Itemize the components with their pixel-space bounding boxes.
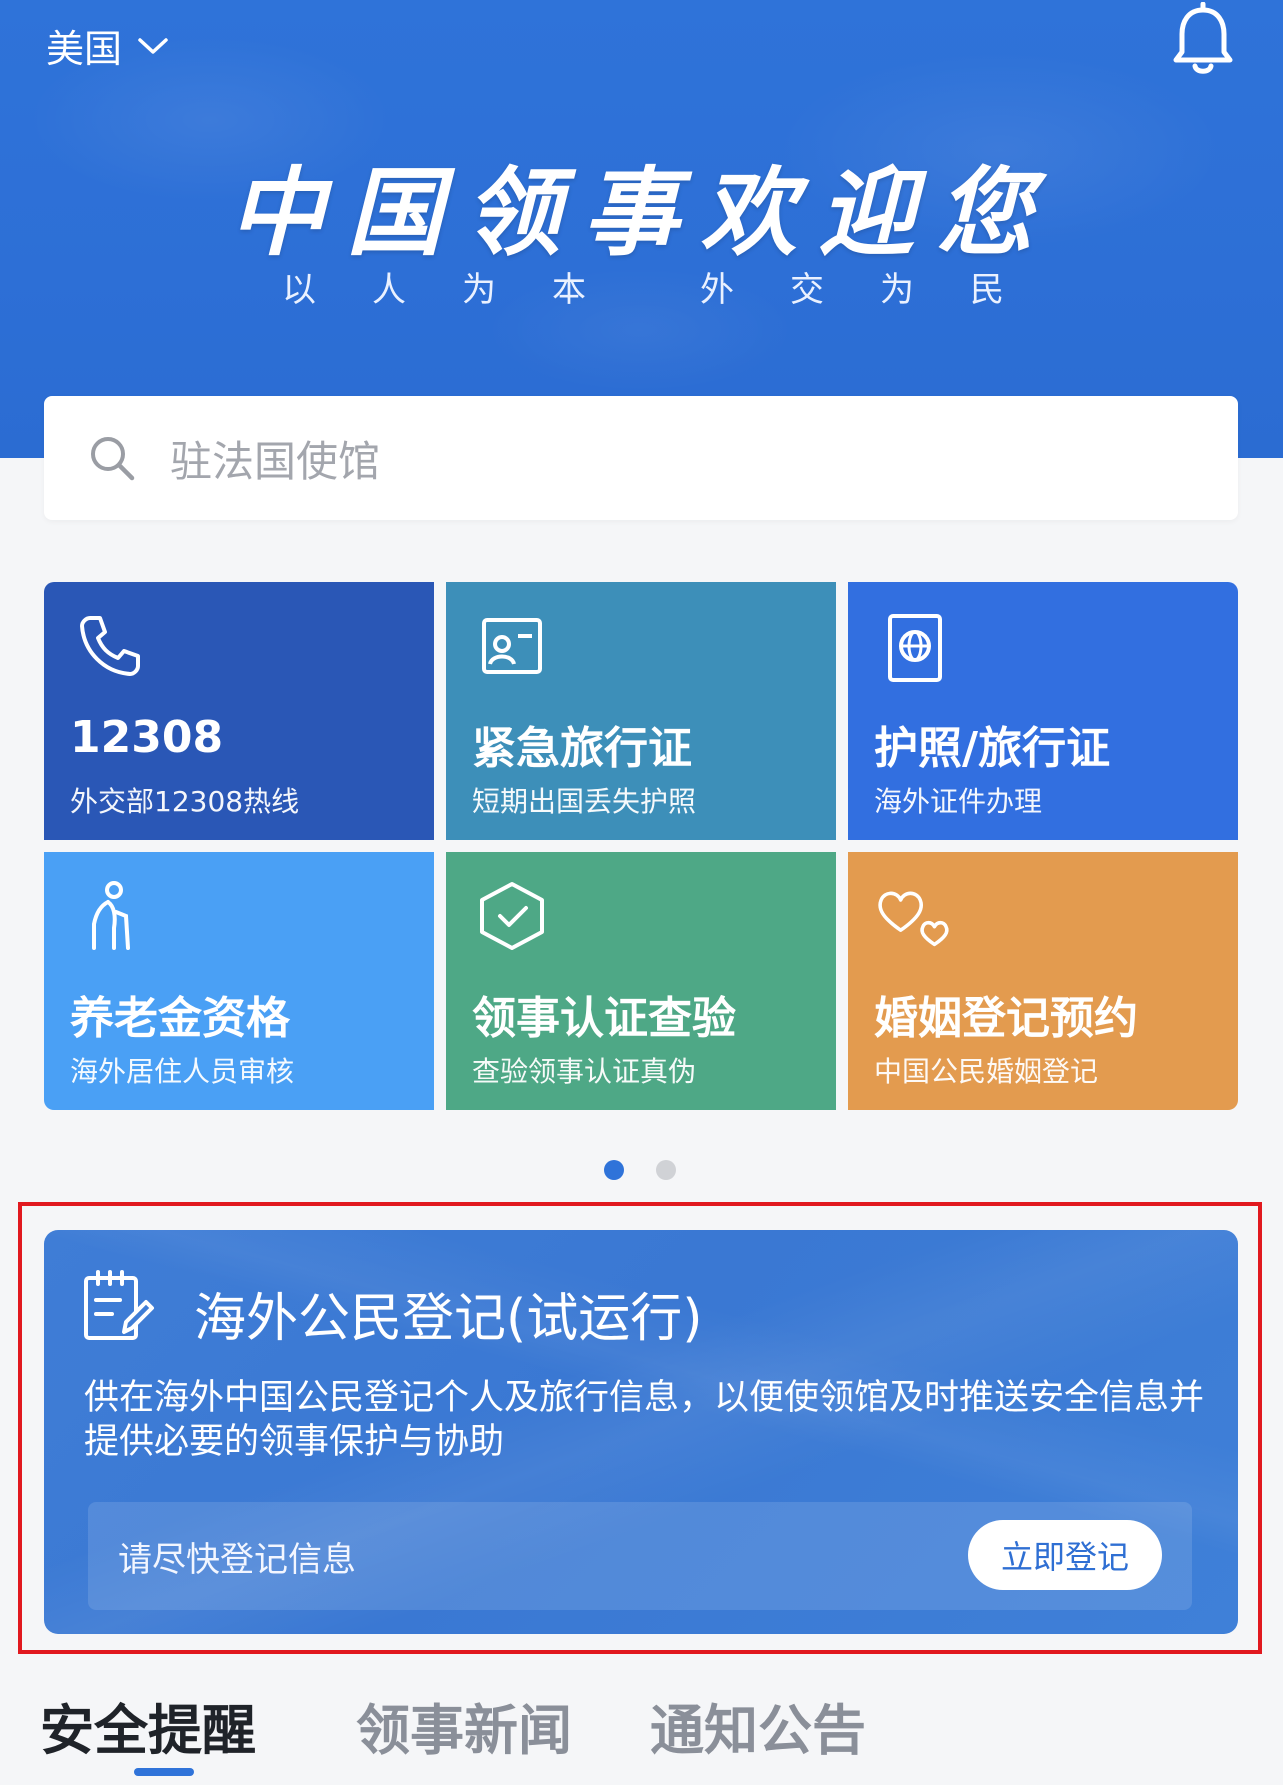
welcome-slogan: 中国领事欢迎您 bbox=[228, 156, 1055, 269]
tab-consular-news[interactable]: 领事新闻 bbox=[356, 1686, 572, 1765]
service-tile-marriage[interactable]: 婚姻登记预约 中国公民婚姻登记 bbox=[848, 852, 1238, 1110]
country-label: 美国 bbox=[46, 27, 123, 71]
service-subtitle: 外交部12308热线 bbox=[70, 785, 300, 818]
service-subtitle: 查验领事认证真伪 bbox=[472, 1055, 697, 1088]
registration-title: 海外公民登记(试运行) bbox=[194, 1289, 703, 1349]
citizen-registration-card[interactable]: 海外公民登记(试运行) 供在海外中国公民登记个人及旅行信息，以便使领馆及时推送安… bbox=[44, 1230, 1238, 1634]
pager-dot-active[interactable] bbox=[604, 1160, 624, 1180]
news-tabs: 安全提醒 领事新闻 通知公告 bbox=[0, 1686, 1283, 1785]
registration-hint: 请尽快登记信息 bbox=[118, 1540, 356, 1580]
motto-right: 外交为民 bbox=[700, 270, 1060, 310]
service-title: 护照/旅行证 bbox=[874, 723, 1111, 774]
country-selector[interactable]: 美国 bbox=[46, 18, 170, 73]
tab-announcements[interactable]: 通知公告 bbox=[650, 1686, 866, 1765]
elderly-person-icon bbox=[92, 881, 130, 950]
service-tile-consular-verification[interactable]: 领事认证查验 查验领事认证真伪 bbox=[446, 852, 836, 1110]
bell-icon[interactable] bbox=[1168, 2, 1238, 82]
service-tile-passport[interactable]: 护照/旅行证 海外证件办理 bbox=[848, 582, 1238, 840]
tab-safety-alerts[interactable]: 安全提醒 bbox=[40, 1686, 256, 1765]
service-tile-emergency-travel-doc[interactable]: 紧急旅行证 短期出国丢失护照 bbox=[446, 582, 836, 840]
search-icon bbox=[91, 437, 135, 481]
hearts-icon bbox=[878, 891, 949, 947]
pager-dots bbox=[0, 1160, 1283, 1180]
search-placeholder: 驻法国使馆 bbox=[170, 436, 381, 486]
service-title: 领事认证查验 bbox=[472, 993, 736, 1044]
service-title: 养老金资格 bbox=[70, 993, 290, 1044]
service-title: 12308 bbox=[70, 712, 224, 763]
service-subtitle: 海外居住人员审核 bbox=[70, 1055, 295, 1088]
search-bar[interactable]: 驻法国使馆 bbox=[44, 396, 1238, 520]
phone-icon bbox=[80, 616, 140, 676]
service-subtitle: 中国公民婚姻登记 bbox=[874, 1055, 1099, 1088]
service-title: 婚姻登记预约 bbox=[874, 993, 1138, 1044]
service-title: 紧急旅行证 bbox=[472, 723, 692, 774]
service-tile-12308[interactable]: 12308 外交部12308热线 bbox=[44, 582, 434, 840]
service-grid: 12308 外交部12308热线 紧急旅行证 短期出国丢失护照 护照/旅行证 海… bbox=[44, 582, 1238, 1110]
hero-banner: 美国 中国领事欢迎您 以人为本 外交为民 bbox=[0, 0, 1283, 458]
registration-form-icon bbox=[84, 1270, 154, 1340]
register-now-button[interactable]: 立即登记 bbox=[968, 1520, 1162, 1590]
active-tab-indicator bbox=[134, 1768, 194, 1776]
service-subtitle: 海外证件办理 bbox=[874, 785, 1043, 818]
registration-prompt-bar: 请尽快登记信息 立即登记 bbox=[88, 1502, 1192, 1610]
service-tile-pension[interactable]: 养老金资格 海外居住人员审核 bbox=[44, 852, 434, 1110]
registration-description: 供在海外中国公民登记个人及旅行信息，以便使领馆及时推送安全信息并提供必要的领事保… bbox=[84, 1378, 1205, 1462]
pager-dot[interactable] bbox=[656, 1160, 676, 1180]
service-subtitle: 短期出国丢失护照 bbox=[472, 785, 697, 818]
id-card-icon bbox=[482, 618, 542, 674]
motto-left: 以人为本 bbox=[282, 270, 642, 310]
passport-icon bbox=[888, 614, 942, 682]
shield-check-icon bbox=[480, 882, 544, 950]
chevron-down-icon bbox=[138, 37, 168, 54]
